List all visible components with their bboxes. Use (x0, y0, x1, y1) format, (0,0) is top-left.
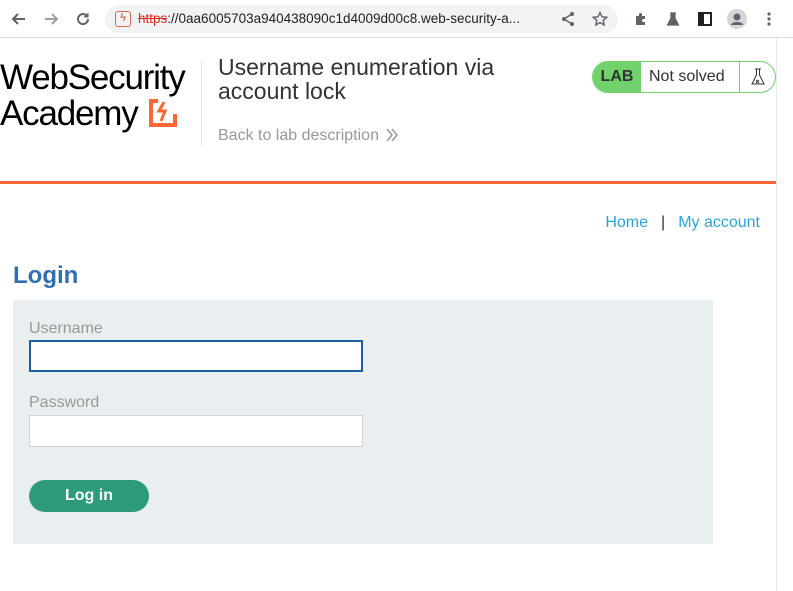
forward-arrow-icon[interactable] (40, 8, 62, 30)
password-input[interactable] (30, 416, 362, 446)
lab-status-badge: LAB Not solved (592, 61, 776, 93)
star-icon[interactable] (590, 9, 610, 29)
back-to-lab-description-link[interactable]: Back to lab description (218, 127, 379, 145)
kebab-menu-icon[interactable] (758, 8, 780, 30)
url-text[interactable]: https://0aa6005703a940438090c1d4009d00c8… (138, 11, 558, 26)
logo-text-line2: Academy (0, 94, 139, 133)
profile-icon[interactable] (726, 8, 748, 30)
log-in-button[interactable]: Log in (29, 480, 149, 512)
username-input[interactable] (31, 342, 361, 370)
page-scrollbar[interactable] (776, 38, 793, 591)
login-form: Username Password Log in (13, 300, 713, 544)
my-account-link[interactable]: My account (678, 214, 760, 232)
lab-title: Username enumeration via account lock (218, 54, 495, 104)
flask-icon[interactable] (662, 8, 684, 30)
logo-bolt-icon (149, 99, 177, 127)
top-navigation: Home | My account (605, 214, 760, 232)
flask-icon (739, 62, 775, 92)
web-security-academy-logo[interactable]: WebSecurity Academy (0, 58, 200, 133)
share-icon[interactable] (558, 9, 578, 29)
header-rule (0, 181, 776, 184)
header-divider (201, 60, 202, 146)
nav-separator: | (661, 214, 666, 231)
home-link[interactable]: Home (605, 214, 648, 232)
double-chevron-right-icon[interactable] (386, 126, 400, 144)
logo-text-line1: WebSecurity (0, 58, 186, 97)
lab-badge-label: LAB (593, 62, 641, 92)
puzzle-icon[interactable] (630, 8, 652, 30)
side-panel-icon[interactable] (694, 8, 716, 30)
lab-status-text: Not solved (649, 68, 725, 85)
password-field-wrapper (29, 415, 363, 447)
address-bar[interactable]: ϟ https://0aa6005703a940438090c1d4009d00… (105, 5, 618, 33)
back-arrow-icon[interactable] (8, 8, 30, 30)
username-label: Username (29, 320, 103, 337)
lab-favicon-icon: ϟ (115, 11, 131, 27)
page-title: Login (13, 262, 79, 289)
reload-icon[interactable] (72, 8, 94, 30)
browser-toolbar: ϟ https://0aa6005703a940438090c1d4009d00… (0, 0, 793, 38)
username-field-wrapper (29, 340, 363, 372)
password-label: Password (29, 394, 100, 411)
